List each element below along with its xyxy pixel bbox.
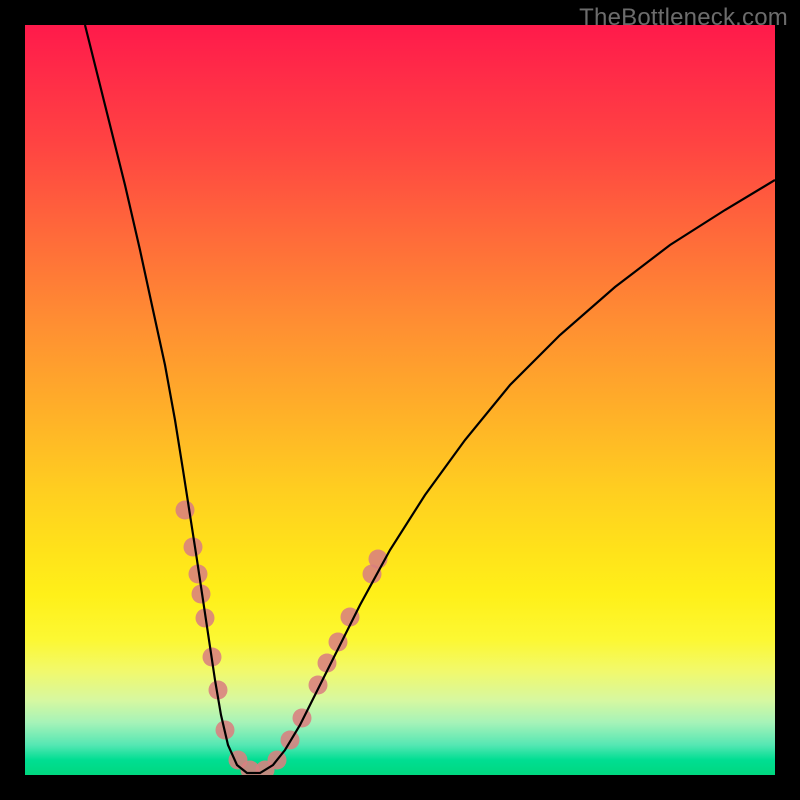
marker-dot (176, 501, 195, 520)
watermark-text: TheBottleneck.com (579, 4, 788, 32)
markers-group (176, 501, 388, 776)
chart-frame: TheBottleneck.com (0, 0, 800, 800)
marker-dot (309, 676, 328, 695)
plot-area (25, 25, 775, 775)
marker-dot (293, 709, 312, 728)
bottleneck-curve-path (85, 25, 775, 773)
curve-svg (25, 25, 775, 775)
